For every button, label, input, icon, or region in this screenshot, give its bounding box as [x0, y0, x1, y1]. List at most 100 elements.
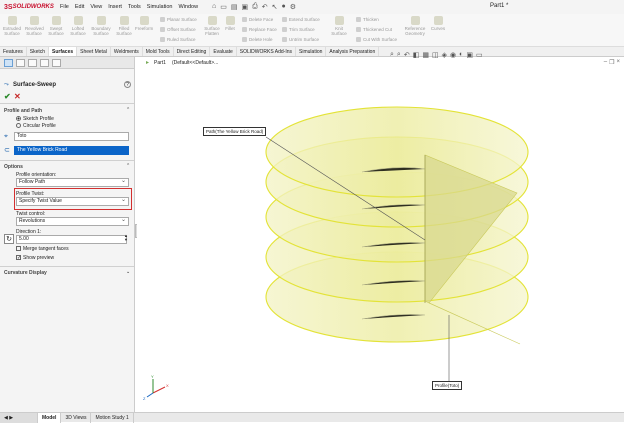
- rebuild-icon[interactable]: ●: [282, 3, 286, 11]
- untrim-surface-button[interactable]: Untrim Surface: [282, 37, 319, 42]
- save-icon[interactable]: ▣: [242, 3, 249, 11]
- menu-simulation[interactable]: Simulation: [147, 4, 173, 10]
- boundary-surface-button[interactable]: Boundary Surface: [91, 16, 111, 36]
- profile-icon: ⌖: [4, 133, 8, 140]
- tab-motion-study[interactable]: Motion Study 1: [91, 412, 134, 423]
- planar-surface-icon: [160, 17, 165, 22]
- extend-surface-icon: [282, 17, 287, 22]
- filled-surface-icon: [119, 16, 129, 25]
- section-options[interactable]: Options: [4, 164, 23, 170]
- tab-analysis-preparation[interactable]: Analysis Preparation: [326, 47, 380, 56]
- filled-surface-button[interactable]: Filled Surface: [115, 16, 133, 36]
- print-icon[interactable]: ⎙: [252, 3, 258, 11]
- thicken-button[interactable]: Thicken: [356, 17, 379, 22]
- tab-weldments[interactable]: Weldments: [111, 47, 143, 56]
- menu-insert[interactable]: Insert: [108, 4, 122, 10]
- graphics-viewport[interactable]: ▸ Part1 (Default<<Default>... ⌕ ⌕ ↶ ◧ ▦ …: [137, 51, 624, 412]
- tab-features[interactable]: Features: [0, 47, 27, 56]
- menu-bar: 3S SOLIDWORKS File Edit View Insert Tool…: [0, 0, 624, 14]
- cancel-button[interactable]: ✕: [14, 92, 21, 101]
- bottom-tab-bar: ◀ ▶ Model 3D Views Motion Study 1: [0, 412, 624, 423]
- twist-control-select[interactable]: Revolutions: [16, 217, 129, 226]
- menu-edit[interactable]: Edit: [75, 4, 84, 10]
- tab-simulation[interactable]: Simulation: [296, 47, 327, 56]
- menu-view[interactable]: View: [90, 4, 102, 10]
- curves-icon: [433, 16, 443, 25]
- profile-selection-box[interactable]: Toto: [14, 132, 129, 141]
- trim-surface-button[interactable]: Trim Surface: [282, 27, 315, 32]
- fillet-icon: [225, 16, 235, 25]
- dimxpert-manager-icon[interactable]: [40, 59, 49, 67]
- swept-surface-icon: [51, 16, 61, 25]
- profile-twist-select[interactable]: Specify Twist Value: [16, 197, 129, 206]
- expand-chevron-icon[interactable]: ⌄: [126, 269, 130, 275]
- delete-face-button[interactable]: Delete Face: [242, 17, 273, 22]
- tab-solidworks-add-ins[interactable]: SOLIDWORKS Add-Ins: [237, 47, 297, 56]
- swept-surface-button[interactable]: Swept Surface: [47, 16, 65, 36]
- path-callout[interactable]: Path(The Yellow Brick Road): [203, 127, 267, 136]
- revolved-surface-button[interactable]: Revolved Surface: [25, 16, 44, 36]
- select-icon[interactable]: ↖: [272, 3, 278, 11]
- fillet-button[interactable]: Fillet: [224, 16, 236, 31]
- open-icon[interactable]: ▤: [231, 3, 238, 11]
- swept-surface-model[interactable]: [137, 57, 624, 412]
- lofted-surface-button[interactable]: Lofted Surface: [69, 16, 87, 36]
- tab-surfaces[interactable]: Surfaces: [49, 47, 78, 56]
- configuration-manager-icon[interactable]: [28, 59, 37, 67]
- undo-icon[interactable]: ↶: [262, 3, 268, 11]
- profile-callout[interactable]: Profile(Toto): [432, 381, 463, 390]
- merge-tangent-checkbox[interactable]: Merge tangent faces: [16, 246, 69, 252]
- profile-orientation-select[interactable]: Follow Path: [16, 178, 129, 187]
- home-icon[interactable]: ⌂: [212, 3, 216, 11]
- collapse-chevron-icon[interactable]: ⌃: [126, 163, 130, 169]
- replace-face-button[interactable]: Replace Face: [242, 27, 277, 32]
- tab-sheet-metal[interactable]: Sheet Metal: [77, 47, 111, 56]
- delete-face-icon: [242, 17, 247, 22]
- feature-manager-icon[interactable]: [4, 59, 13, 67]
- options-gear-icon[interactable]: ⚙: [290, 3, 296, 11]
- sketch-profile-radio[interactable]: Sketch Profile: [16, 116, 54, 122]
- help-button[interactable]: ?: [124, 81, 131, 88]
- direction-value-input[interactable]: 5.00: [16, 235, 127, 244]
- section-profile-and-path[interactable]: Profile and Path: [4, 108, 42, 114]
- new-document-icon[interactable]: ▭: [220, 3, 227, 11]
- path-selection-box[interactable]: The Yellow Brick Road: [14, 146, 129, 155]
- menu-tools[interactable]: Tools: [128, 4, 141, 10]
- tab-evaluate[interactable]: Evaluate: [210, 47, 237, 56]
- circular-profile-radio[interactable]: Circular Profile: [16, 123, 56, 129]
- tab-3d-views[interactable]: 3D Views: [61, 412, 92, 423]
- ok-button[interactable]: ✔: [4, 92, 11, 101]
- freeform-button[interactable]: Freeform: [135, 16, 153, 31]
- tab-model[interactable]: Model: [38, 412, 62, 423]
- cut-with-surface-button[interactable]: Cut With Surface: [356, 37, 397, 42]
- section-curvature-display[interactable]: Curvature Display: [4, 270, 47, 276]
- property-manager-icon[interactable]: [16, 59, 25, 67]
- surface-flatten-icon: [207, 16, 217, 25]
- offset-surface-button[interactable]: Offset Surface: [160, 27, 196, 32]
- delete-hole-button[interactable]: Delete Hole: [242, 37, 273, 42]
- planar-surface-button[interactable]: Planar Surface: [160, 17, 197, 22]
- show-preview-checkbox[interactable]: ✓ Show preview: [16, 255, 54, 261]
- tab-mold-tools[interactable]: Mold Tools: [143, 47, 174, 56]
- collapse-chevron-icon[interactable]: ⌃: [126, 107, 130, 113]
- spin-arrows-icon[interactable]: ▲ ▼: [124, 234, 128, 242]
- solidworks-logo[interactable]: 3S SOLIDWORKS: [0, 4, 56, 11]
- curves-button[interactable]: Curves: [430, 16, 446, 31]
- triad-y-label: Y: [151, 374, 154, 379]
- display-manager-icon[interactable]: [52, 59, 61, 67]
- reference-geometry-button[interactable]: Reference Geometry: [404, 16, 426, 36]
- tab-scroll-arrows-icon[interactable]: ◀ ▶: [0, 412, 38, 423]
- twist-direction-icon[interactable]: ↻: [4, 234, 14, 244]
- knit-surface-button[interactable]: Knit Surface: [330, 16, 348, 36]
- tab-direct-editing[interactable]: Direct Editing: [174, 47, 211, 56]
- thickened-cut-button[interactable]: Thickened Cut: [356, 27, 392, 32]
- ruled-surface-icon: [160, 37, 165, 42]
- extend-surface-button[interactable]: Extend Surface: [282, 17, 320, 22]
- menu-file[interactable]: File: [60, 4, 69, 10]
- cut-with-surface-icon: [356, 37, 361, 42]
- surface-flatten-button[interactable]: Surface Flatten: [202, 16, 222, 36]
- ruled-surface-button[interactable]: Ruled Surface: [160, 37, 196, 42]
- menu-window[interactable]: Window: [178, 4, 198, 10]
- extruded-surface-button[interactable]: Extruded Surface: [3, 16, 21, 36]
- tab-sketch[interactable]: Sketch: [27, 47, 50, 56]
